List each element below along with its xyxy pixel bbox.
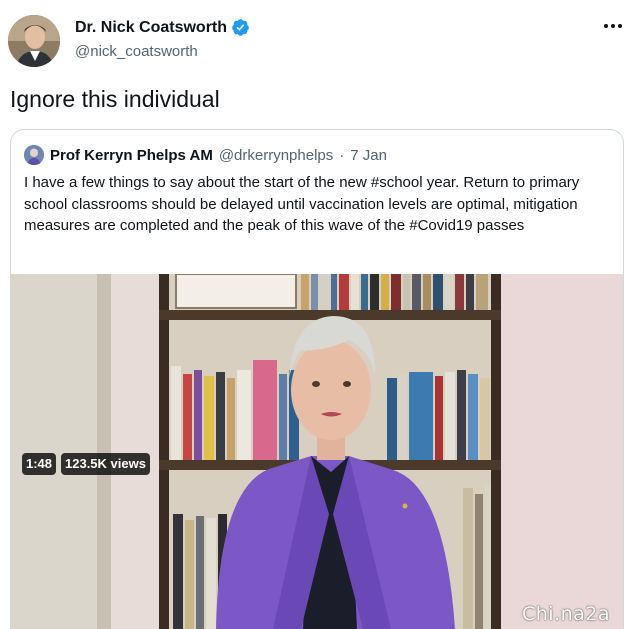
more-dot-icon bbox=[618, 24, 622, 28]
video-player[interactable] bbox=[11, 274, 623, 629]
quoted-author-avatar[interactable] bbox=[24, 145, 44, 165]
author-display-name[interactable]: Dr. Nick Coatsworth bbox=[75, 19, 227, 37]
author-avatar[interactable] bbox=[8, 15, 60, 67]
tweet-header: Dr. Nick Coatsworth @nick_coatsworth bbox=[8, 12, 626, 68]
watermark: Chi.na2a bbox=[522, 603, 611, 625]
more-dot-icon bbox=[611, 24, 615, 28]
author-block: Dr. Nick Coatsworth @nick_coatsworth bbox=[75, 18, 250, 60]
author-handle[interactable]: @nick_coatsworth bbox=[75, 43, 250, 60]
more-options-button[interactable] bbox=[604, 24, 622, 28]
quoted-tweet-date[interactable]: 7 Jan bbox=[350, 147, 387, 164]
quoted-author-handle[interactable]: @drkerrynphelps bbox=[219, 147, 333, 164]
video-views-badge: 123.5K views bbox=[61, 453, 150, 475]
quoted-author-name[interactable]: Prof Kerryn Phelps AM bbox=[50, 147, 213, 164]
video-thumbnail bbox=[11, 274, 623, 629]
verified-badge-icon bbox=[232, 19, 249, 36]
quoted-tweet[interactable]: Prof Kerryn Phelps AM @drkerrynphelps · … bbox=[10, 129, 624, 629]
quoted-tweet-text: I have a few things to say about the sta… bbox=[24, 174, 580, 234]
quoted-tweet-header: Prof Kerryn Phelps AM @drkerrynphelps · … bbox=[24, 145, 387, 165]
tweet-text: Ignore this individual bbox=[10, 86, 220, 112]
more-dot-icon bbox=[604, 24, 608, 28]
video-duration-badge: 1:48 bbox=[22, 453, 57, 475]
meta-separator: · bbox=[339, 146, 345, 164]
